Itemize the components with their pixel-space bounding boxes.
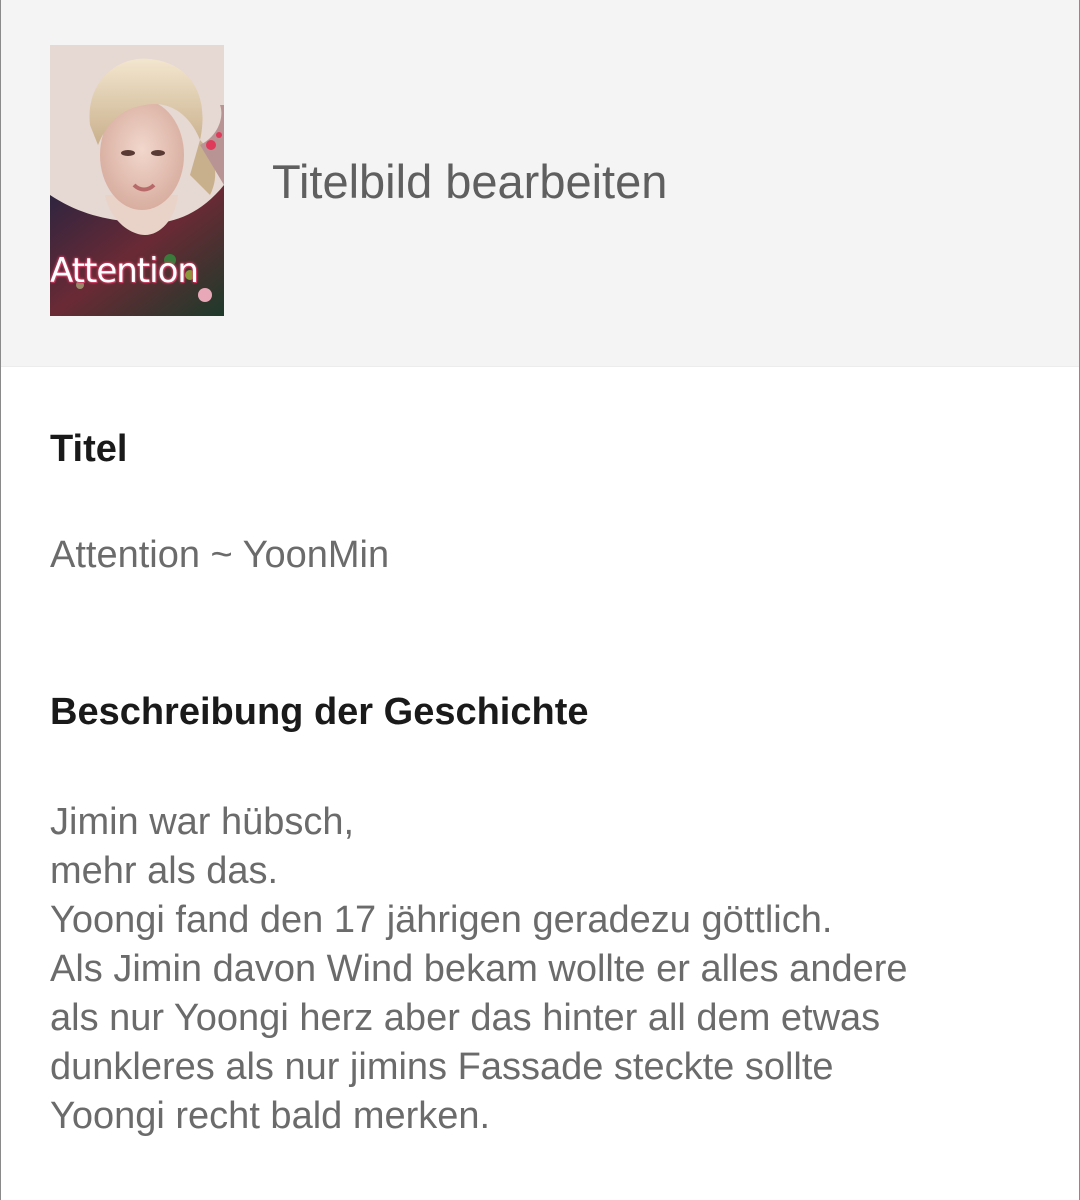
story-cover-image[interactable]: Attention — [50, 45, 224, 316]
description-line: Jimin war hübsch, — [50, 801, 355, 843]
description-line: mehr als das. — [50, 850, 279, 892]
story-title-field[interactable]: Attention ~ YoonMin — [50, 532, 389, 578]
story-description-field[interactable]: Jimin war hübsch, mehr als das. Yoongi f… — [50, 798, 1050, 1141]
description-line: Yoongi recht bald merken. — [50, 1095, 491, 1137]
description-line: dunkleres als nur jimins Fassade steckte… — [50, 1046, 834, 1088]
title-heading: Titel — [50, 428, 128, 470]
description-heading: Beschreibung der Geschichte — [50, 691, 589, 733]
edit-cover-button[interactable]: Titelbild bearbeiten — [272, 154, 667, 210]
description-line: Als Jimin davon Wind bekam wollte er all… — [50, 948, 908, 990]
description-line: Yoongi fand den 17 jährigen geradezu göt… — [50, 899, 833, 941]
story-details-screen: Attention Titelbild bearbeiten Titel Att… — [0, 0, 1080, 1200]
cover-title-text: Attention — [50, 251, 199, 291]
cover-header: Attention Titelbild bearbeiten — [1, 0, 1079, 367]
description-line: als nur Yoongi herz aber das hinter all … — [50, 997, 881, 1039]
